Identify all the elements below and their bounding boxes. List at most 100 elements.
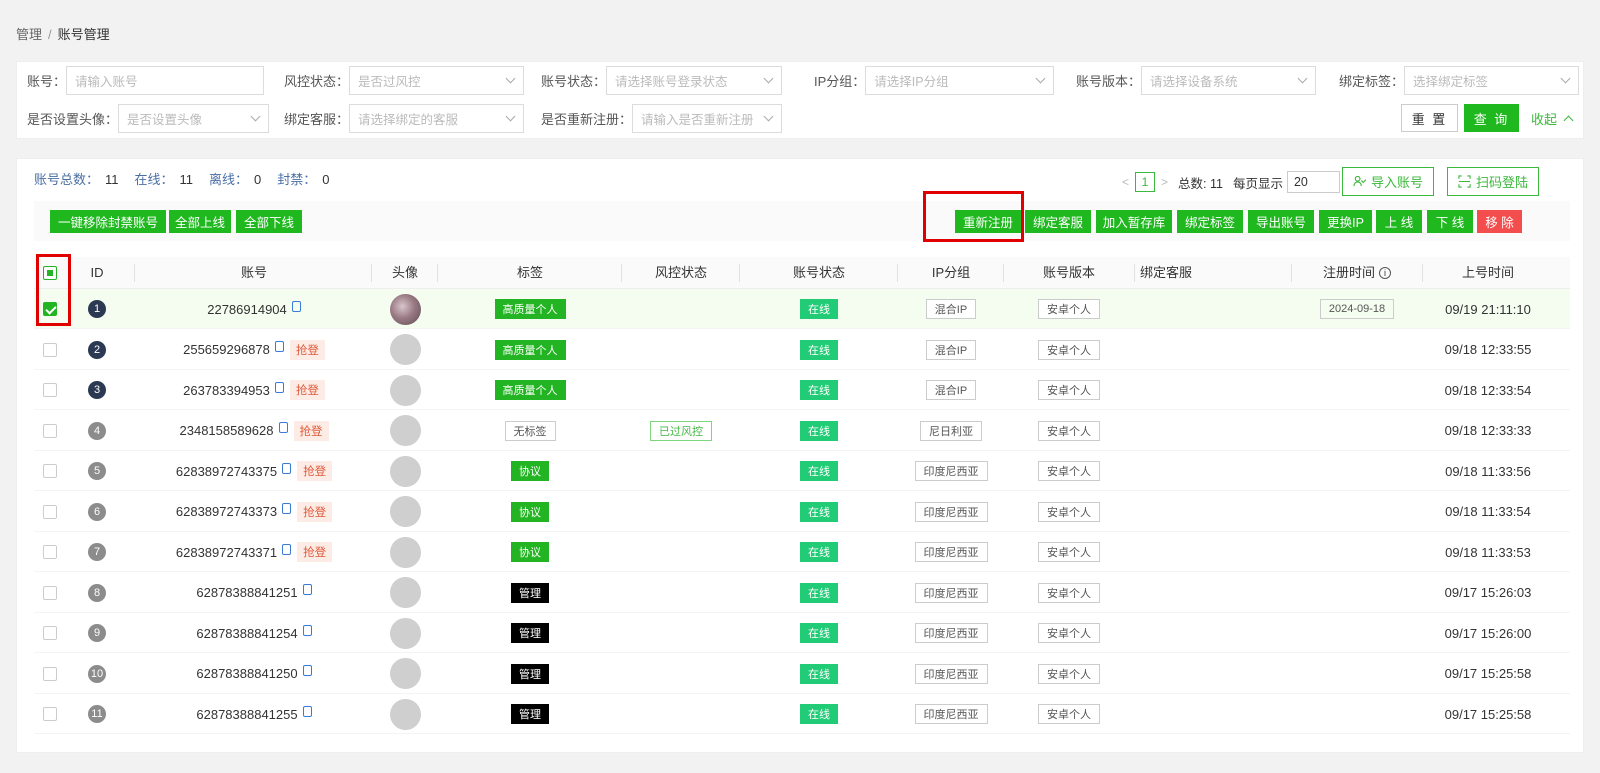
copy-icon[interactable] bbox=[282, 543, 292, 555]
row-checkbox[interactable] bbox=[43, 666, 57, 681]
avatar-cell bbox=[372, 411, 438, 451]
column-login-time[interactable]: 上号时间 bbox=[1423, 257, 1553, 289]
table-row[interactable]: 11 62878388841255 管理 在线 印度尼西亚 安卓个人 09/17… bbox=[34, 694, 1570, 734]
copy-icon[interactable] bbox=[291, 300, 301, 312]
row-checkbox[interactable] bbox=[43, 464, 57, 478]
row-checkbox[interactable] bbox=[43, 383, 57, 397]
stat-online-value: 11 bbox=[179, 172, 194, 187]
avatar-set-select[interactable]: 是否设置头像 bbox=[118, 104, 270, 133]
account-input[interactable]: 请输入账号 bbox=[66, 66, 265, 95]
ip-cell: 印度尼西亚 bbox=[898, 451, 1004, 491]
per-page-input[interactable]: 20 bbox=[1286, 171, 1340, 193]
risk-status-select[interactable]: 是否过风控 bbox=[349, 66, 525, 95]
risk-status-filter: 风控状态： 是否过风控 bbox=[284, 66, 525, 95]
bind-tag-button[interactable]: 绑定标签 bbox=[1177, 210, 1243, 233]
table-row[interactable]: 3 263783394953 抢登 高质量个人 在线 混合IP 安卓个人 09/… bbox=[34, 370, 1570, 410]
prev-page-icon[interactable]: < bbox=[1122, 175, 1129, 189]
copy-icon[interactable] bbox=[302, 624, 312, 636]
login-time: 09/17 15:25:58 bbox=[1444, 706, 1532, 722]
reregister-select[interactable]: 请输入是否重新注册 bbox=[632, 104, 783, 133]
info-icon[interactable]: i bbox=[1379, 267, 1391, 279]
status-badge: 在线 bbox=[800, 420, 838, 441]
export-accounts-button[interactable]: 导出账号 bbox=[1248, 210, 1314, 233]
status-badge: 在线 bbox=[800, 501, 838, 522]
collapse-link[interactable]: 收起 bbox=[1531, 109, 1574, 128]
avatar-cell bbox=[372, 370, 438, 410]
table-row[interactable]: 2 255659296878 抢登 高质量个人 在线 混合IP 安卓个人 09/… bbox=[34, 330, 1570, 370]
column-account[interactable]: 账号 bbox=[136, 257, 372, 289]
risk-cell bbox=[622, 613, 740, 653]
status-cell: 在线 bbox=[740, 289, 898, 329]
table-row[interactable]: 9 62878388841254 管理 在线 印度尼西亚 安卓个人 09/17 … bbox=[34, 613, 1570, 653]
avatar-cell bbox=[372, 613, 438, 653]
ip-group-select[interactable]: 请选择IP分组 bbox=[865, 66, 1055, 95]
reset-button[interactable]: 重 置 bbox=[1401, 104, 1458, 132]
row-checkbox[interactable] bbox=[43, 342, 57, 357]
column-version[interactable]: 账号版本 bbox=[1004, 257, 1134, 289]
bind-service-button[interactable]: 绑定客服 bbox=[1025, 210, 1091, 233]
risk-cell bbox=[622, 694, 740, 734]
all-offline-button[interactable]: 全部下线 bbox=[236, 210, 302, 233]
filter-panel: 账号： 请输入账号 风控状态： 是否过风控 账号状态： 请选择账号登录状态 IP… bbox=[16, 61, 1584, 139]
scan-login-button[interactable]: 扫码登陆 bbox=[1447, 167, 1539, 196]
risk-cell bbox=[622, 654, 740, 694]
grab-login-badge: 抢登 bbox=[297, 461, 333, 481]
account-cell: 62838972743371 抢登 bbox=[136, 532, 372, 572]
column-bind-service[interactable]: 绑定客服 bbox=[1140, 257, 1200, 289]
copy-icon[interactable] bbox=[302, 584, 312, 595]
all-online-button[interactable]: 全部上线 bbox=[169, 210, 231, 233]
row-checkbox[interactable] bbox=[43, 423, 57, 438]
copy-icon[interactable] bbox=[278, 422, 288, 433]
breadcrumb: 管理 / 账号管理 bbox=[16, 24, 110, 43]
row-checkbox[interactable] bbox=[43, 707, 57, 721]
bind-service-select[interactable]: 请选择绑定的客服 bbox=[349, 104, 525, 133]
copy-icon[interactable] bbox=[302, 665, 312, 676]
next-page-icon[interactable]: > bbox=[1161, 175, 1168, 189]
table-row[interactable]: 5 62838972743375 抢登 协议 在线 印度尼西亚 安卓个人 09/… bbox=[34, 451, 1570, 491]
change-ip-button[interactable]: 更换IP bbox=[1319, 210, 1372, 233]
register-time-cell bbox=[1292, 532, 1422, 572]
offline-button[interactable]: 下 线 bbox=[1427, 210, 1473, 233]
copy-icon[interactable] bbox=[274, 381, 284, 393]
account-version-select[interactable]: 请选择设备系统 bbox=[1141, 66, 1317, 95]
column-risk-status[interactable]: 风控状态 bbox=[622, 257, 740, 289]
row-checkbox[interactable] bbox=[43, 545, 57, 559]
column-avatar[interactable]: 头像 bbox=[372, 257, 438, 289]
column-ip-group[interactable]: IP分组 bbox=[898, 257, 1004, 289]
row-checkbox[interactable] bbox=[43, 626, 57, 640]
row-checkbox[interactable] bbox=[43, 585, 57, 600]
copy-icon[interactable] bbox=[302, 705, 312, 717]
table-row[interactable]: 7 62838972743371 抢登 协议 在线 印度尼西亚 安卓个人 09/… bbox=[34, 532, 1570, 572]
remove-button[interactable]: 移 除 bbox=[1477, 210, 1522, 233]
query-button[interactable]: 查 询 bbox=[1464, 104, 1519, 132]
column-id[interactable]: ID bbox=[78, 257, 116, 289]
table-row[interactable]: 8 62878388841251 管理 在线 印度尼西亚 安卓个人 09/17 … bbox=[34, 573, 1570, 613]
table-row[interactable]: 4 2348158589628 抢登 无标签 已过风控 在线 尼日利亚 安卓个人… bbox=[34, 411, 1570, 451]
login-time: 09/18 12:33:55 bbox=[1444, 342, 1532, 357]
table-row[interactable]: 6 62838972743373 抢登 协议 在线 印度尼西亚 安卓个人 09/… bbox=[34, 492, 1570, 532]
ip-cell: 混合IP bbox=[898, 289, 1004, 329]
copy-icon[interactable] bbox=[282, 503, 292, 514]
column-register-time[interactable]: 注册时间 i bbox=[1292, 257, 1422, 289]
avatar-cell bbox=[372, 289, 438, 329]
copy-icon[interactable] bbox=[274, 341, 284, 352]
remove-banned-button[interactable]: 一键移除封禁账号 bbox=[50, 210, 166, 233]
column-tag[interactable]: 标签 bbox=[438, 257, 622, 289]
table-row[interactable]: 1 22786914904 高质量个人 在线 混合IP 安卓个人 2024-09… bbox=[34, 289, 1570, 329]
bind-tag-select[interactable]: 选择绑定标签 bbox=[1404, 66, 1580, 95]
login-time-cell: 09/17 15:26:03 bbox=[1423, 573, 1553, 613]
breadcrumb-root[interactable]: 管理 bbox=[16, 27, 42, 42]
add-to-staging-button[interactable]: 加入暂存库 bbox=[1096, 210, 1172, 233]
copy-icon[interactable] bbox=[282, 462, 292, 474]
tag-cell: 高质量个人 bbox=[438, 330, 622, 370]
column-account-status[interactable]: 账号状态 bbox=[740, 257, 898, 289]
bind-tag-label: 绑定标签： bbox=[1339, 74, 1405, 89]
import-accounts-button[interactable]: 导入账号 bbox=[1342, 167, 1434, 196]
account-status-select[interactable]: 请选择账号登录状态 bbox=[606, 66, 783, 95]
version-badge: 安卓个人 bbox=[1038, 542, 1100, 562]
ip-cell: 印度尼西亚 bbox=[898, 573, 1004, 613]
table-row[interactable]: 10 62878388841250 管理 在线 印度尼西亚 安卓个人 09/17… bbox=[34, 654, 1570, 694]
page-number[interactable]: 1 bbox=[1135, 172, 1156, 192]
row-checkbox[interactable] bbox=[43, 504, 57, 519]
online-button[interactable]: 上 线 bbox=[1376, 210, 1422, 233]
